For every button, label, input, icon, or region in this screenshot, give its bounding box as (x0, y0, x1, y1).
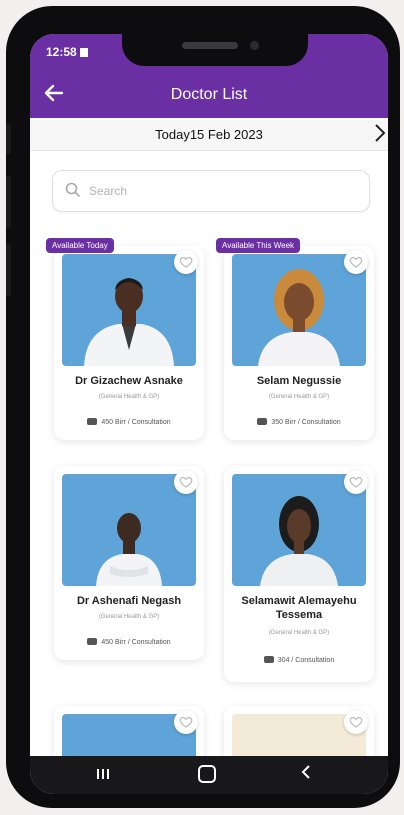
notification-icon (79, 48, 88, 57)
phone-frame: 12:58 Doctor List Today15 Feb 2023 Searc… (6, 6, 400, 808)
favorite-button[interactable] (344, 250, 368, 274)
side-button (6, 176, 11, 228)
camera-notch (122, 34, 308, 66)
page-title: Doctor List (170, 86, 248, 103)
doctor-name: Dr Ashenafi Negash (76, 595, 182, 607)
doctor-name: Selam Negussie (256, 375, 342, 387)
recent-apps-button[interactable] (94, 766, 112, 782)
doctor-card[interactable]: Available This Week Selam Negussie (Gene… (216, 238, 374, 440)
status-time: 12:58 (46, 45, 77, 59)
next-date-button[interactable] (374, 122, 386, 150)
doctor-photo (62, 474, 196, 586)
search-input[interactable] (87, 179, 361, 203)
heart-icon (179, 716, 193, 728)
doctor-portrait-female-icon (258, 269, 340, 366)
app-header: 12:58 Doctor List (30, 34, 388, 118)
system-back-button[interactable] (300, 762, 312, 788)
favorite-button[interactable] (174, 250, 198, 274)
doctor-name: Selamawit Alemayehu Tessema (228, 594, 370, 622)
consultation-price: 350 Birr / Consultation (228, 418, 370, 426)
date-selector: Today15 Feb 2023 (30, 120, 388, 151)
doctor-photo (232, 254, 366, 366)
heart-icon (179, 476, 193, 488)
favorite-button[interactable] (174, 470, 198, 494)
doctor-card[interactable]: Selamawit Alemayehu Tessema (General Hea… (224, 466, 374, 682)
camera-icon (250, 41, 259, 50)
doctor-photo (232, 474, 366, 586)
current-date: Today15 Feb 2023 (155, 127, 263, 142)
android-nav-bar (30, 756, 388, 794)
chevron-left-icon (301, 765, 310, 779)
heart-icon (179, 256, 193, 268)
doctor-name-line1: Selamawit Alemayehu (241, 595, 357, 607)
price-icon (87, 638, 98, 645)
price-label: 450 Birr / Consultation (101, 639, 171, 646)
favorite-button[interactable] (344, 470, 368, 494)
consultation-price: 450 Birr / Consultation (58, 638, 200, 646)
heart-icon (349, 716, 363, 728)
doctor-photo (62, 254, 196, 366)
side-button (6, 244, 11, 296)
status-bar: 12:58 (46, 45, 88, 59)
recents-icon (97, 769, 109, 779)
home-button[interactable] (198, 765, 216, 783)
doctor-specialty: (General Health & GP) (98, 394, 160, 400)
doctor-specialty: (General Health & GP) (98, 614, 160, 620)
doctor-card[interactable]: Available Today Dr Gizachew Asnake (Gene… (46, 238, 204, 440)
search-bar (52, 170, 370, 212)
doctor-portrait-male-icon (84, 278, 174, 366)
doctor-name: Dr Gizachew Asnake (75, 375, 183, 387)
heart-icon (349, 256, 363, 268)
app-screen: 12:58 Doctor List Today15 Feb 2023 Searc… (30, 34, 388, 794)
price-label: 350 Birr / Consultation (271, 419, 341, 426)
favorite-button[interactable] (344, 710, 368, 734)
speaker (182, 42, 238, 49)
doctor-specialty: (General Health & GP) (268, 394, 330, 400)
price-icon (257, 418, 268, 425)
consultation-price: 304 / Consultation (228, 656, 370, 664)
doctor-card[interactable]: Dr Ashenafi Negash (General Health & GP)… (54, 466, 204, 660)
consultation-price: 450 Birr / Consultation (58, 418, 200, 426)
availability-badge: Available Today (46, 238, 114, 253)
heart-icon (349, 476, 363, 488)
favorite-button[interactable] (174, 710, 198, 734)
search-icon (65, 182, 81, 198)
price-label: 304 / Consultation (277, 657, 335, 664)
chevron-right-icon (375, 124, 386, 142)
price-icon (263, 656, 274, 663)
price-label: 450 Birr / Consultation (101, 419, 171, 426)
price-icon (87, 418, 98, 425)
side-button (6, 124, 11, 154)
doctor-portrait-female-icon (260, 496, 338, 586)
doctor-portrait-male-icon (96, 513, 162, 586)
availability-badge: Available This Week (216, 238, 301, 253)
doctor-name-line2: Tessema (275, 609, 323, 621)
doctor-specialty: (General Health & GP) (268, 630, 330, 636)
